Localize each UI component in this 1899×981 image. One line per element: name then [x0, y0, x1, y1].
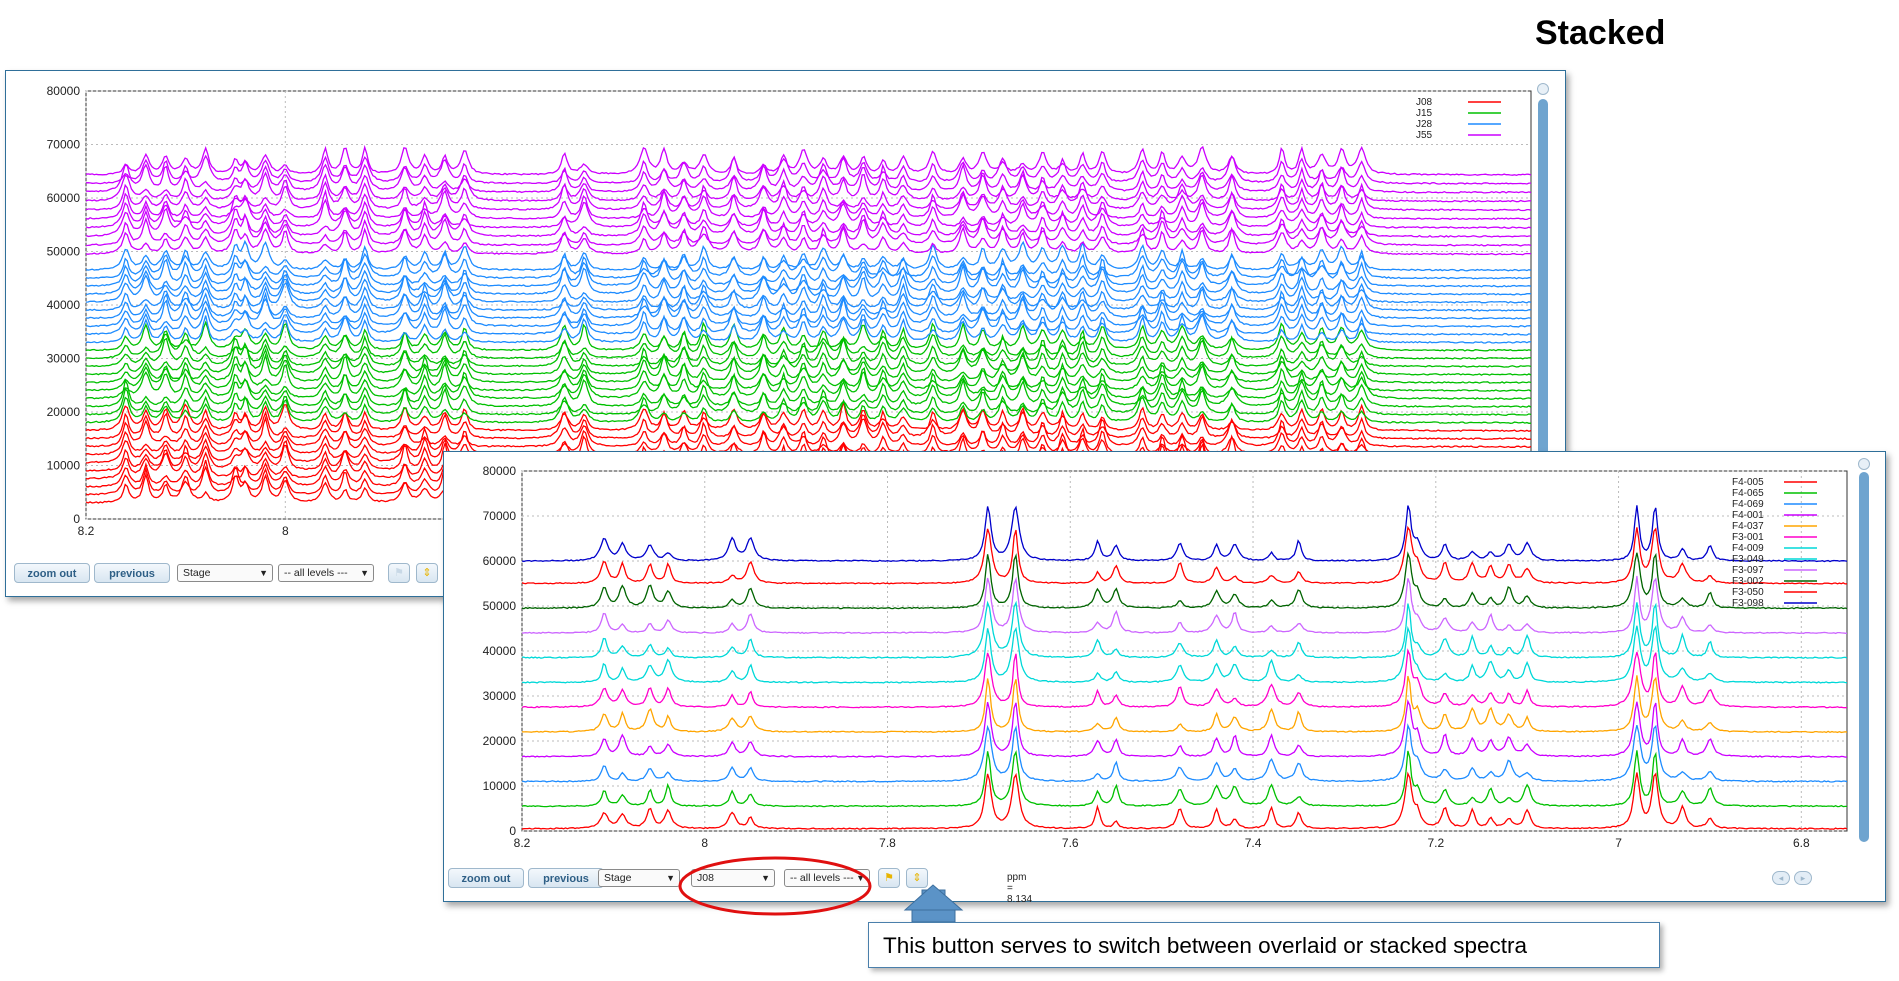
legend-label: F4-069 — [1732, 499, 1764, 510]
y-tick-label: 20000 — [483, 734, 517, 748]
nav-back-icon[interactable]: ◂ — [1772, 871, 1790, 885]
x-tick-label: 8 — [701, 836, 708, 850]
levels-select-value: -- all levels --- — [790, 872, 854, 884]
spectrum-trace — [86, 144, 1531, 176]
spectrum-trace — [86, 224, 1531, 256]
scroll-up-cap[interactable] — [1858, 458, 1870, 470]
nav-forward-icon[interactable]: ▸ — [1794, 871, 1812, 885]
legend-label: J55 — [1416, 130, 1433, 141]
legend-label: F3-001 — [1732, 532, 1764, 543]
stacked-spectra-chart-samples: 0100002000030000400005000060000700008000… — [483, 464, 1848, 850]
legend-label: J28 — [1416, 119, 1433, 130]
legend-label: F3-002 — [1732, 576, 1764, 587]
page-heading: Stacked — [1535, 14, 1666, 52]
spectrum-trace — [86, 399, 1531, 433]
y-tick-label: 80000 — [483, 464, 517, 478]
legend-label: F3-097 — [1732, 565, 1764, 576]
levels-select[interactable]: -- all levels --- ▼ — [278, 564, 374, 582]
y-tick-label: 50000 — [483, 599, 517, 613]
spectrum-trace — [522, 648, 1847, 709]
y-tick-label: 20000 — [47, 405, 81, 419]
legend-label: F3-050 — [1732, 587, 1764, 598]
legend-label: F3-049 — [1732, 554, 1764, 565]
spectrum-trace — [86, 341, 1531, 376]
spectrum-trace — [86, 329, 1531, 360]
y-tick-label: 40000 — [47, 298, 81, 312]
levels-select[interactable]: -- all levels --- ▼ — [784, 869, 870, 887]
previous-button[interactable]: previous — [94, 563, 170, 583]
y-tick-label: 30000 — [47, 352, 81, 366]
legend-label: F4-009 — [1732, 543, 1764, 554]
flag-icon[interactable]: ⚑ — [878, 868, 900, 888]
spectrum-trace — [522, 750, 1847, 808]
legend-label: F4-005 — [1732, 477, 1764, 488]
y-tick-label: 60000 — [47, 191, 81, 205]
legend-label: F4-001 — [1732, 510, 1764, 521]
x-tick-label: 7.2 — [1427, 836, 1444, 850]
sample-select-value: J08 — [697, 872, 714, 884]
x-tick-label: 8 — [282, 524, 289, 538]
spectrum-trace — [522, 675, 1847, 734]
y-tick-label: 80000 — [47, 84, 81, 98]
callout-box: This button serves to switch between ove… — [868, 922, 1660, 968]
spectrum-trace — [86, 212, 1531, 247]
spectrum-trace — [86, 255, 1531, 288]
y-tick-label: 10000 — [483, 779, 517, 793]
spectrum-trace — [86, 153, 1531, 185]
spectrum-trace — [522, 624, 1847, 684]
spectrum-trace — [522, 505, 1847, 563]
y-tick-label: 10000 — [47, 459, 81, 473]
chevron-down-icon: ▼ — [761, 873, 770, 883]
spectra-traces — [522, 505, 1847, 830]
stack-toggle-icon[interactable]: ⇕ — [416, 563, 438, 583]
scroll-thumb[interactable] — [1859, 472, 1869, 842]
legend-label: F4-037 — [1732, 521, 1764, 532]
stack-toggle-icon[interactable]: ⇕ — [906, 868, 928, 888]
ppm-readout: ppm = 8.134 — [1007, 872, 1033, 905]
levels-select-value: -- all levels --- — [284, 567, 348, 579]
x-tick-label: 7.6 — [1062, 836, 1079, 850]
spectrum-trace — [522, 771, 1847, 830]
x-tick-label: 7.8 — [879, 836, 896, 850]
stage-select[interactable]: Stage ▼ — [598, 869, 680, 887]
y-tick-label: 40000 — [483, 644, 517, 658]
zoom-out-button[interactable]: zoom out — [14, 563, 90, 583]
spectrum-trace — [86, 262, 1531, 296]
x-tick-label: 7 — [1615, 836, 1622, 850]
chevron-down-icon: ▼ — [259, 568, 268, 578]
scroll-up-cap[interactable] — [1537, 83, 1549, 95]
x-tick-label: 8.2 — [514, 836, 531, 850]
x-tick-label: 8.2 — [78, 524, 95, 538]
y-tick-label: 30000 — [483, 689, 517, 703]
spectra-panel-stacked-samples: 0 10000 20000 30000 40000 50000 60000 70000 8000… — [443, 451, 1886, 905]
flag-icon[interactable]: ⚑ — [388, 563, 410, 583]
spectrum-trace — [522, 600, 1847, 659]
sample-select[interactable]: J08 ▼ — [691, 869, 775, 887]
stage-select-value: Stage — [604, 872, 632, 884]
chevron-down-icon: ▼ — [666, 873, 675, 883]
stage-select[interactable]: Stage ▼ — [177, 564, 273, 582]
x-tick-label: 6.8 — [1793, 836, 1810, 850]
legend-label: J15 — [1416, 108, 1433, 119]
x-tick-label: 7.4 — [1245, 836, 1262, 850]
y-tick-label: 70000 — [483, 509, 517, 523]
y-tick-label: 70000 — [47, 138, 81, 152]
previous-button[interactable]: previous — [528, 868, 604, 888]
spectrum-trace — [86, 320, 1531, 352]
legend-label: F3-098 — [1732, 598, 1764, 609]
spectrum-trace — [522, 525, 1847, 585]
y-tick-label: 50000 — [47, 245, 81, 259]
chevron-down-icon: ▼ — [360, 568, 369, 578]
legend-label: F4-065 — [1732, 488, 1764, 499]
legend-label: J08 — [1416, 97, 1433, 108]
stage-select-value: Stage — [183, 567, 211, 579]
zoom-out-button[interactable]: zoom out — [448, 868, 524, 888]
chevron-down-icon: ▼ — [856, 873, 865, 883]
y-tick-label: 60000 — [483, 554, 517, 568]
